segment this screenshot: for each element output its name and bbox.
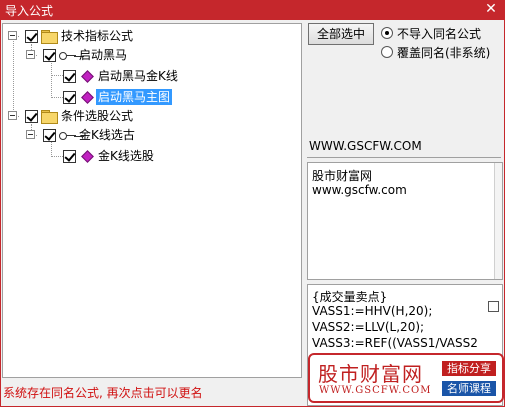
- formula-icon: [81, 150, 94, 163]
- node-checkbox[interactable]: [25, 30, 38, 43]
- collapse-toggle[interactable]: [8, 111, 17, 120]
- formula-tree[interactable]: 技术指标公式 启动黑马 启动黑马金K线 启动黑马主图 条件选股公式 金K线选古: [2, 23, 302, 378]
- watermark-title: 股市财富网: [318, 362, 423, 386]
- radio-no-import-label[interactable]: 不导入同名公式: [397, 25, 481, 42]
- watermark-tag: 名师课程: [442, 381, 496, 396]
- select-all-button[interactable]: 全部选中: [308, 23, 374, 45]
- radio-overwrite-label[interactable]: 覆盖同名(非系统): [397, 44, 490, 61]
- watermark-tag: 指标分享: [442, 361, 496, 376]
- watermark-logo: 股市财富网 WWW.GSCFW.COM 指标分享 名师课程: [308, 353, 504, 403]
- tree-node-label[interactable]: 条件选股公式: [59, 108, 135, 124]
- tree-node-label[interactable]: 金K线选股: [96, 148, 156, 164]
- formula-icon: [81, 91, 94, 104]
- tree-node-label[interactable]: 启动黑马: [77, 47, 129, 63]
- node-checkbox[interactable]: [63, 150, 76, 163]
- title-bar[interactable]: 导入公式 ✕: [0, 0, 505, 20]
- code-line: {成交量卖点}: [312, 290, 388, 304]
- node-checkbox[interactable]: [43, 129, 56, 142]
- tree-line: [51, 75, 63, 76]
- tree-line: [51, 140, 52, 157]
- radio-overwrite[interactable]: [381, 46, 393, 58]
- node-checkbox[interactable]: [63, 70, 76, 83]
- status-message: 系统存在同名公式, 再次点击可以更名: [3, 386, 203, 400]
- formula-icon: [81, 70, 94, 83]
- description-line: www.gscfw.com: [312, 183, 407, 197]
- tree-line: [51, 156, 63, 157]
- tree-line: [13, 38, 14, 120]
- collapse-toggle[interactable]: [8, 31, 17, 40]
- watermark-url: WWW.GSCFW.COM: [319, 385, 432, 396]
- description-line: 股市财富网: [312, 169, 373, 183]
- folder-icon: [41, 110, 58, 124]
- node-checkbox[interactable]: [25, 110, 38, 123]
- code-option-checkbox[interactable]: [488, 301, 499, 312]
- tree-node-label-selected[interactable]: 启动黑马主图: [96, 89, 173, 105]
- import-formula-window: 导入公式 ✕ 技术指标公式 启动黑马 启动黑马金K线 启动黑马主图 条件选股公式…: [0, 0, 505, 407]
- collapse-toggle[interactable]: [26, 130, 35, 139]
- key-icon: [59, 51, 77, 61]
- window-title: 导入公式: [5, 4, 54, 18]
- code-line: VASS2:=LLV(L,20);: [312, 320, 425, 334]
- tree-node-label[interactable]: 启动黑马金K线: [96, 68, 180, 84]
- tree-node-label[interactable]: 技术指标公式: [59, 28, 135, 44]
- node-checkbox[interactable]: [43, 49, 56, 62]
- site-label-box: WWW.GSCFW.COM: [307, 128, 501, 158]
- site-url-text: WWW.GSCFW.COM: [309, 139, 422, 153]
- description-box[interactable]: 股市财富网 www.gscfw.com: [307, 162, 503, 280]
- description-scrollbar[interactable]: [494, 163, 502, 279]
- code-line: VASS1:=HHV(H,20);: [312, 304, 433, 318]
- close-icon[interactable]: ✕: [483, 1, 499, 17]
- tree-line: [51, 60, 52, 98]
- key-icon: [59, 131, 77, 141]
- code-line: VASS3:=REF((VASS1/VASS2: [312, 336, 478, 350]
- dialog-body: 技术指标公式 启动黑马 启动黑马金K线 启动黑马主图 条件选股公式 金K线选古: [1, 20, 504, 406]
- radio-no-import[interactable]: [381, 27, 393, 39]
- tree-node-label[interactable]: 金K线选古: [77, 127, 137, 143]
- folder-icon: [41, 30, 58, 44]
- collapse-toggle[interactable]: [26, 50, 35, 59]
- tree-line: [51, 97, 63, 98]
- node-checkbox[interactable]: [63, 91, 76, 104]
